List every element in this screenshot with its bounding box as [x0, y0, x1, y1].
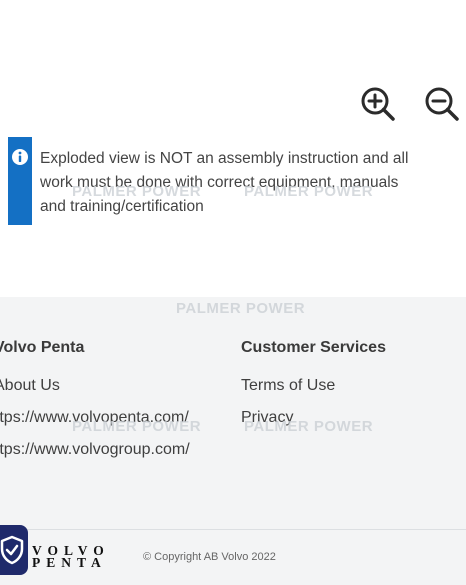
zoom-out-icon[interactable]	[424, 86, 460, 122]
info-notice: Exploded view is NOT an assembly instruc…	[8, 137, 466, 225]
notice-line: Exploded view is NOT an assembly instruc…	[40, 150, 409, 167]
privacy-shield-button[interactable]	[0, 525, 28, 575]
info-icon	[12, 149, 28, 165]
zoom-in-icon[interactable]	[360, 86, 396, 122]
copyright: © Copyright AB Volvo 2022	[143, 551, 276, 563]
footer-link-terms-of-use[interactable]: Terms of Use	[241, 377, 335, 395]
volvo-penta-logo: VOLVO PENTA	[32, 544, 110, 570]
notice-accent-bar	[8, 137, 32, 225]
notice-line: and training/certification	[40, 198, 204, 215]
logo-line: PENTA	[32, 555, 107, 570]
footer-link-privacy[interactable]: Privacy	[241, 409, 293, 427]
notice-line: work must be done with correct equipment…	[40, 174, 399, 191]
footer: PALMER POWER Volvo Penta About Us https:…	[0, 297, 466, 585]
footer-heading-volvo-penta: Volvo Penta	[0, 339, 85, 356]
footer-link-volvopenta[interactable]: https://www.volvopenta.com/	[0, 409, 189, 427]
footer-link-volvogroup[interactable]: https://www.volvogroup.com/	[0, 441, 190, 459]
shield-check-icon	[0, 535, 24, 565]
notice-text: Exploded view is NOT an assembly instruc…	[40, 147, 440, 219]
footer-heading-customer-services: Customer Services	[241, 339, 386, 356]
footer-link-about-us[interactable]: About Us	[0, 377, 60, 395]
watermark: PALMER POWER	[176, 300, 306, 317]
footer-divider	[0, 529, 466, 530]
